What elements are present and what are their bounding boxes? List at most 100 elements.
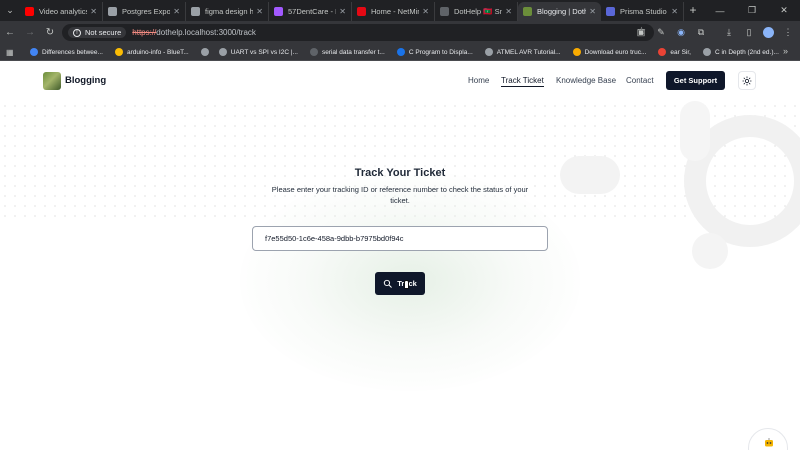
profile-avatar[interactable] — [763, 27, 774, 38]
url-text[interactable]: https://dothelp.localhost:3000/track — [132, 28, 256, 37]
tab-favicon-icon — [440, 7, 449, 16]
tracking-id-input[interactable] — [252, 226, 548, 251]
apps-grid-icon[interactable]: ▦ — [6, 48, 20, 57]
bookmark-favicon-icon — [658, 48, 667, 56]
browser-tab-strip: ⌄ Video analytics ✕ Postgres Export ✕ figma … — [0, 0, 800, 21]
tab-title: DotHelp 🇲🇻 Sna — [454, 7, 502, 16]
bookmark-item[interactable] — [200, 48, 213, 56]
tab-title: figma design ha — [205, 7, 254, 16]
bookmark-favicon-icon — [200, 48, 209, 56]
bookmark-item[interactable]: Differences betwee... — [30, 48, 103, 56]
puzzle-icon[interactable]: ⧉ — [695, 27, 707, 39]
tab-close-icon[interactable]: ✕ — [422, 7, 429, 16]
browser-tab[interactable]: DotHelp 🇲🇻 Sna✕ — [435, 2, 518, 21]
bookmark-label: arduino-info - BlueT... — [126, 48, 189, 56]
maximize-icon[interactable]: ❐ — [736, 0, 768, 21]
nav-knowledge-base[interactable]: Knowledge Base — [556, 76, 616, 85]
tab-close-icon[interactable]: ✕ — [589, 7, 596, 16]
mouse-pointer-icon — [404, 280, 409, 289]
bookmark-item[interactable]: serial data transfer t... — [309, 48, 385, 56]
download-icon[interactable]: ⤓ — [723, 27, 735, 39]
tab-close-icon[interactable]: ✕ — [505, 7, 512, 16]
tab-list: Video analytics ✕ Postgres Export ✕ figma de… — [20, 0, 684, 21]
logo-image[interactable] — [43, 72, 61, 90]
window-controls: — ❐ ✕ — [704, 0, 800, 21]
bookmark-label: ear Sir, — [670, 48, 691, 56]
tab-close-icon[interactable]: ✕ — [256, 7, 263, 16]
url-scheme: https:// — [132, 28, 157, 37]
get-support-button[interactable]: Get Support — [666, 71, 725, 90]
tab-title: Prisma Studio — [620, 7, 667, 16]
tab-title: Home - NetMirr — [371, 7, 420, 16]
track-button[interactable]: Track — [375, 272, 425, 295]
vpn-icon[interactable]: ◉ — [675, 27, 687, 39]
extension-icon[interactable]: ▣ — [635, 27, 647, 39]
bookmark-item[interactable]: ATMEL AVR Tutorial... — [484, 48, 561, 56]
tab-favicon-icon — [108, 7, 117, 16]
more-bookmarks-icon[interactable]: » — [783, 46, 788, 56]
bookmark-label: ATMEL AVR Tutorial... — [496, 48, 561, 56]
tab-title: Blogging | Doth — [537, 7, 587, 16]
reload-icon[interactable]: ↻ — [40, 21, 60, 44]
bookmark-favicon-icon — [218, 48, 227, 56]
tab-close-icon[interactable]: ✕ — [339, 7, 346, 16]
brand-name[interactable]: Blogging — [65, 75, 106, 86]
bookmark-item[interactable]: C in Depth (2nd ed.)... — [702, 48, 779, 56]
bookmark-favicon-icon — [309, 48, 318, 56]
bookmark-item[interactable]: UART vs SPI vs I2C |... — [218, 48, 298, 56]
menu-icon[interactable]: ⋮ — [782, 27, 794, 39]
site-header: Blogging Home Track Ticket Knowledge Bas… — [0, 61, 800, 101]
tab-close-icon[interactable]: ✕ — [671, 7, 678, 16]
theme-toggle-button[interactable] — [738, 71, 756, 90]
back-icon[interactable]: ← — [0, 21, 20, 44]
page-title: Track Your Ticket — [354, 167, 446, 179]
bookmark-label: Download euro truc... — [584, 48, 647, 56]
bookmark-label: C Program to Displa... — [408, 48, 473, 56]
browser-tab[interactable]: figma design ha ✕ — [186, 2, 269, 21]
nav-contact[interactable]: Contact — [626, 76, 654, 85]
tab-title: Video analytics — [39, 7, 88, 16]
browser-tab[interactable]: Prisma Studio ✕ — [601, 2, 684, 21]
nav-track-ticket[interactable]: Track Ticket — [501, 76, 544, 87]
warning-icon: ! — [73, 28, 81, 37]
pen-icon[interactable]: ✎ — [655, 27, 667, 39]
new-tab-icon[interactable]: + — [684, 1, 702, 20]
tab-favicon-icon — [25, 7, 34, 16]
browser-tab[interactable]: Video analytics ✕ — [20, 2, 103, 21]
browser-tab[interactable]: Postgres Export ✕ — [103, 2, 186, 21]
tab-favicon-icon — [274, 7, 283, 16]
tab-close-icon[interactable]: ✕ — [90, 7, 97, 16]
nav-home[interactable]: Home — [468, 76, 489, 85]
browser-tab[interactable]: Home - NetMirr ✕ — [352, 2, 435, 21]
bookmark-favicon-icon — [702, 48, 711, 56]
bookmark-item[interactable]: arduino-info - BlueT... — [114, 48, 189, 56]
sun-icon — [742, 75, 752, 86]
bookmark-label: Differences betwee... — [42, 48, 103, 56]
site-info-chip[interactable]: ! Not secure — [68, 27, 127, 38]
tab-favicon-icon — [191, 7, 200, 16]
minimize-icon[interactable]: — — [704, 0, 736, 21]
bookmark-favicon-icon — [396, 48, 405, 56]
tab-close-icon[interactable]: ✕ — [173, 7, 180, 16]
url-rest: dothelp.localhost:3000/track — [156, 28, 256, 37]
bookmark-label: serial data transfer t... — [321, 48, 385, 56]
tab-title: Postgres Export — [122, 7, 171, 16]
bookmarks-bar: ▦ Differences betwee... arduino-info - Bl… — [0, 44, 800, 61]
sidebar-icon[interactable]: ▯ — [743, 27, 755, 39]
bookmark-item[interactable]: ear Sir, — [658, 48, 691, 56]
forward-icon[interactable]: → — [20, 21, 40, 44]
tab-search-icon[interactable]: ⌄ — [0, 0, 20, 21]
bookmark-favicon-icon — [114, 48, 123, 56]
toolbar-actions: ▣ ✎ ◉ ⧉ ⤓ ▯ ⋮ — [635, 21, 794, 44]
tab-title: 57DentCare - Dr — [288, 7, 336, 16]
browser-tab[interactable]: 57DentCare - Dr✕ — [269, 2, 352, 21]
bookmark-item[interactable]: Download euro truc... — [572, 48, 647, 56]
bookmark-favicon-icon — [484, 48, 493, 56]
close-window-icon[interactable]: ✕ — [768, 0, 800, 21]
browser-tab[interactable]: Blogging | Doth ✕ — [518, 2, 601, 21]
robot-icon — [765, 438, 773, 447]
address-bar[interactable]: ! Not secure https://dothelp.localhost:3… — [62, 24, 654, 41]
chat-assistant-button[interactable] — [748, 428, 788, 450]
security-label: Not secure — [85, 28, 122, 37]
bookmark-item[interactable]: C Program to Displa... — [396, 48, 473, 56]
